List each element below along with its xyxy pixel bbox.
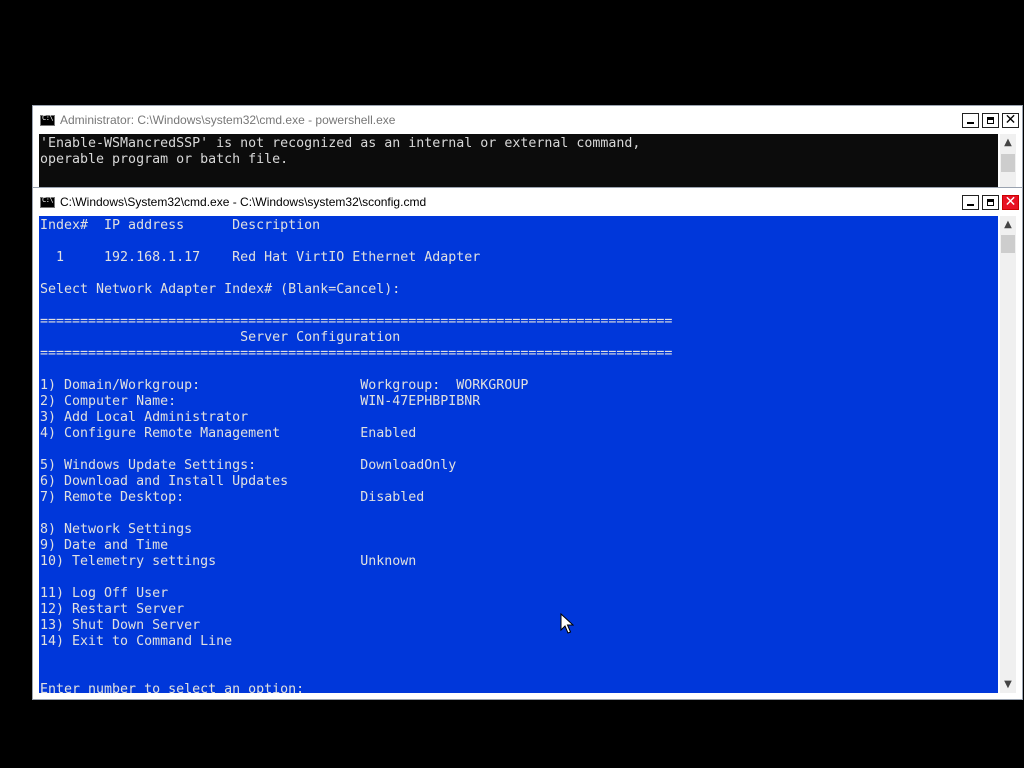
sconfig-scrollbar[interactable]: ▲ ▼ — [1000, 216, 1016, 693]
console-line: 'Enable-WSMancredSSP' is not recognized … — [40, 136, 641, 151]
console-line: Server Configuration — [40, 330, 401, 345]
console-line: Enter number to select an option: — [40, 682, 305, 693]
powershell-console[interactable]: 'Enable-WSMancredSSP' is not recognized … — [39, 134, 998, 188]
maximize-icon — [987, 199, 994, 206]
console-line: 4) Configure Remote Management Enabled — [40, 426, 417, 441]
powershell-window[interactable]: Administrator: C:\Windows\system32\cmd.e… — [32, 105, 1023, 189]
powershell-close-button[interactable]: ✕ — [1002, 112, 1019, 128]
console-line: 9) Date and Time — [40, 538, 169, 553]
console-line: operable program or batch file. — [40, 152, 289, 167]
scroll-up-icon[interactable]: ▲ — [1000, 134, 1016, 151]
sconfig-titlebar[interactable]: C:\Windows\System32\cmd.exe - C:\Windows… — [33, 188, 1022, 216]
powershell-scroll-thumb[interactable] — [1001, 154, 1015, 172]
console-line: ========================================… — [40, 346, 673, 361]
sconfig-maximize-button[interactable] — [982, 195, 999, 210]
powershell-minimize-button[interactable] — [962, 113, 979, 128]
sconfig-window[interactable]: C:\Windows\System32\cmd.exe - C:\Windows… — [32, 187, 1023, 700]
console-line: 11) Log Off User — [40, 586, 169, 601]
console-line: 14) Exit to Command Line — [40, 634, 233, 649]
minimize-icon — [967, 122, 974, 124]
scroll-up-icon[interactable]: ▲ — [1000, 216, 1016, 233]
scroll-down-icon[interactable]: ▼ — [1000, 676, 1016, 693]
console-line: 13) Shut Down Server — [40, 618, 201, 633]
sconfig-console-text: Index# IP address Description 1 192.168.… — [40, 218, 672, 693]
powershell-titlebar[interactable]: Administrator: C:\Windows\system32\cmd.e… — [33, 106, 1022, 134]
console-line: 7) Remote Desktop: Disabled — [40, 490, 425, 505]
powershell-maximize-button[interactable] — [982, 113, 999, 128]
console-line: 12) Restart Server — [40, 602, 185, 617]
sconfig-close-button[interactable]: ✕ — [1002, 194, 1019, 210]
console-line: 8) Network Settings — [40, 522, 193, 537]
close-icon: ✕ — [1004, 112, 1017, 128]
console-line: 5) Windows Update Settings: DownloadOnly — [40, 458, 457, 473]
cmd-app-icon — [40, 114, 55, 126]
console-line: 1 192.168.1.17 Red Hat VirtIO Ethernet A… — [40, 250, 481, 265]
powershell-scrollbar[interactable]: ▲ — [1000, 134, 1016, 188]
sconfig-scroll-thumb[interactable] — [1001, 235, 1015, 253]
sconfig-minimize-button[interactable] — [962, 195, 979, 210]
console-line: 1) Domain/Workgroup: Workgroup: WORKGROU… — [40, 378, 529, 393]
powershell-window-title: Administrator: C:\Windows\system32\cmd.e… — [60, 113, 396, 127]
sconfig-window-controls: ✕ — [959, 194, 1019, 210]
maximize-icon — [987, 117, 994, 124]
sconfig-window-title: C:\Windows\System32\cmd.exe - C:\Windows… — [60, 195, 427, 209]
powershell-console-text: 'Enable-WSMancredSSP' is not recognized … — [40, 136, 640, 168]
console-line: Index# IP address Description — [40, 218, 321, 233]
console-line: 10) Telemetry settings Unknown — [40, 554, 417, 569]
console-line: Select Network Adapter Index# (Blank=Can… — [40, 282, 401, 297]
powershell-window-controls: ✕ — [959, 112, 1019, 128]
console-line: 6) Download and Install Updates — [40, 474, 289, 489]
minimize-icon — [967, 204, 974, 206]
console-line: 3) Add Local Administrator — [40, 410, 249, 425]
console-line: 2) Computer Name: WIN-47EPHBPIBNR — [40, 394, 481, 409]
close-icon: ✕ — [1004, 194, 1017, 210]
console-line: ========================================… — [40, 314, 673, 329]
mouse-pointer-icon — [560, 613, 574, 634]
cmd-app-icon — [40, 196, 55, 208]
sconfig-console[interactable]: Index# IP address Description 1 192.168.… — [39, 216, 998, 693]
